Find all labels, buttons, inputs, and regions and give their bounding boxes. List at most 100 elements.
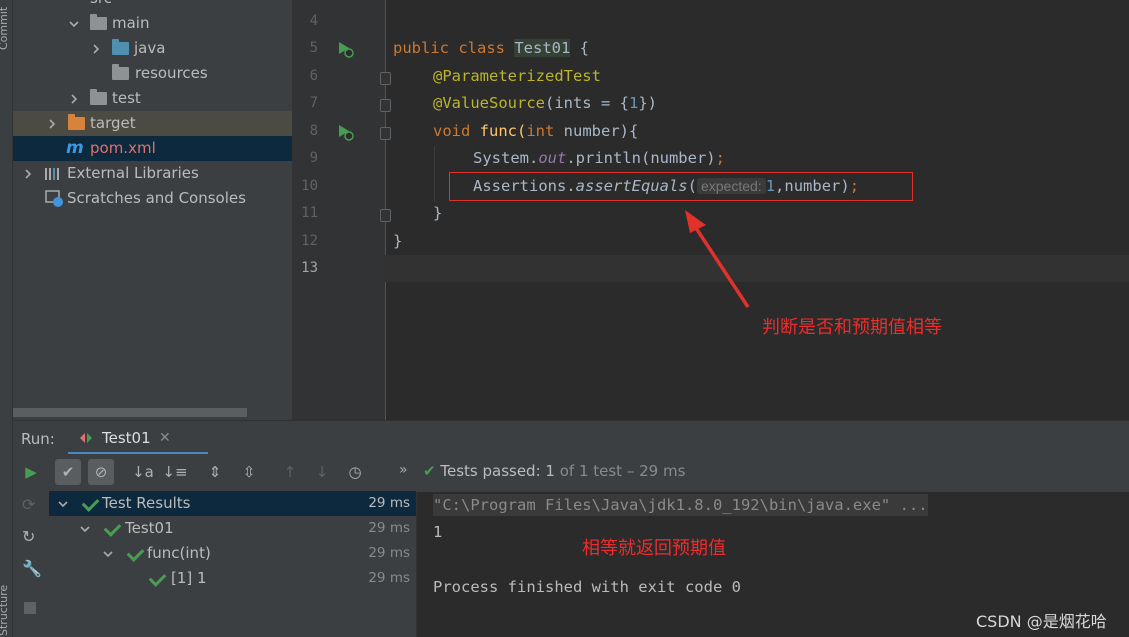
- chevron-down-icon[interactable]: [68, 18, 80, 30]
- status-detail: of 1 test – 29 ms: [554, 462, 686, 480]
- arrow-up-icon: ↑: [283, 463, 297, 481]
- line-number: 8: [309, 123, 318, 139]
- fold-marker-icon[interactable]: [380, 127, 391, 140]
- tree-item-pom[interactable]: m pom.xml: [13, 136, 292, 161]
- tree-item-external-libraries[interactable]: External Libraries: [13, 161, 292, 186]
- status-count: 1: [545, 462, 555, 480]
- result-duration: 29 ms: [368, 570, 410, 586]
- tab-label: Test01: [102, 429, 151, 447]
- code-line-7[interactable]: @ValueSource(ints = {1}): [433, 94, 657, 112]
- code-line-5[interactable]: public class Test01 {: [393, 39, 589, 57]
- code-text: number){: [554, 122, 639, 140]
- run-test-class-icon[interactable]: [336, 40, 354, 58]
- run-side-strip: ⟳ ↻ 🔧: [13, 492, 49, 637]
- line-number: 13: [301, 260, 318, 276]
- code-line-9[interactable]: System.out.println(number);: [473, 149, 725, 167]
- maven-icon: m: [66, 138, 84, 158]
- previous-failed-button[interactable]: ↑: [277, 459, 303, 485]
- arrow-down-icon: ↓: [315, 463, 329, 481]
- passed-check-icon: [81, 494, 100, 512]
- test-history-button[interactable]: ◷: [342, 459, 368, 485]
- line-number: 4: [309, 13, 318, 29]
- tree-item-main[interactable]: main: [13, 11, 292, 36]
- passed-check-icon: [103, 519, 122, 537]
- horizontal-scrollbar[interactable]: [13, 408, 247, 417]
- expand-all-icon: ⇕: [208, 463, 222, 481]
- class-name: Test01: [514, 39, 571, 57]
- line-number: 10: [301, 178, 318, 194]
- clock-icon: ◷: [348, 463, 362, 481]
- tree-item-test[interactable]: test: [13, 86, 292, 111]
- tree-item-scratches[interactable]: Scratches and Consoles: [13, 186, 292, 211]
- code-text: {: [570, 39, 589, 57]
- sort-duration-button[interactable]: ↓≡: [162, 459, 188, 485]
- tree-item-label: test: [112, 89, 141, 107]
- chevron-right-icon[interactable]: [68, 93, 80, 105]
- method-name: func(: [479, 122, 527, 140]
- tree-item-resources[interactable]: resources: [13, 61, 292, 86]
- collapse-all-button[interactable]: ⇳: [236, 459, 262, 485]
- sort-alpha-icon: ↓a: [132, 463, 154, 481]
- result-row-func[interactable]: func(int) 29 ms: [49, 541, 416, 566]
- stop-icon[interactable]: [24, 602, 36, 614]
- next-failed-button[interactable]: ↓: [309, 459, 335, 485]
- annotation: @ParameterizedTest: [433, 67, 601, 85]
- structure-tab[interactable]: Structure: [0, 585, 10, 636]
- result-duration: 29 ms: [368, 495, 410, 511]
- collapse-all-icon: ⇳: [242, 463, 256, 481]
- tree-item-label: java: [134, 39, 166, 57]
- wrench-icon[interactable]: 🔧: [22, 559, 42, 578]
- more-icon[interactable]: »: [399, 462, 408, 478]
- toggle-auto-test-icon[interactable]: ↻: [22, 527, 35, 546]
- result-row-test-results[interactable]: Test Results 29 ms: [49, 491, 416, 516]
- chevron-right-icon[interactable]: [46, 118, 58, 130]
- keyword: void: [433, 122, 480, 140]
- chevron-down-icon[interactable]: [57, 498, 69, 510]
- code-line-12[interactable]: }: [393, 232, 402, 250]
- result-label: Test Results: [102, 494, 191, 512]
- excluded-folder-icon: [68, 114, 85, 130]
- run-panel-header: Run: Test01 ✕: [13, 420, 1129, 455]
- chevron-right-icon[interactable]: [90, 43, 102, 55]
- run-test-method-icon[interactable]: [336, 123, 354, 141]
- result-label: [1] 1: [171, 569, 207, 587]
- code-line-8[interactable]: void func(int number){: [433, 122, 638, 140]
- chevron-right-icon[interactable]: [22, 168, 34, 180]
- result-duration: 29 ms: [368, 545, 410, 561]
- result-label: Test01: [125, 519, 174, 537]
- chevron-down-icon[interactable]: [102, 548, 114, 560]
- sort-duration-icon: ↓≡: [162, 463, 188, 481]
- rerun-failed-icon[interactable]: ⟳: [22, 495, 35, 514]
- rerun-button[interactable]: ▶: [18, 459, 44, 485]
- tree-item-src[interactable]: src: [13, 0, 292, 11]
- result-row-test01[interactable]: Test01 29 ms: [49, 516, 416, 541]
- code-text: System.: [473, 149, 539, 167]
- fold-marker-icon[interactable]: [380, 209, 391, 222]
- code-text: }: [393, 232, 403, 250]
- result-label: func(int): [147, 544, 211, 562]
- indent-guide: [434, 146, 435, 202]
- project-tree: src main java resources test target m po…: [13, 0, 292, 420]
- keyword: int: [526, 122, 555, 140]
- tab-test01[interactable]: Test01 ✕: [68, 421, 208, 455]
- code-line-6[interactable]: @ParameterizedTest: [433, 67, 601, 85]
- tree-item-label: Scratches and Consoles: [67, 189, 246, 207]
- result-row-case-1[interactable]: [1] 1 29 ms: [49, 566, 416, 591]
- fold-marker-icon[interactable]: [380, 72, 391, 85]
- tree-item-label: External Libraries: [67, 164, 199, 182]
- close-icon[interactable]: ✕: [159, 430, 171, 446]
- sort-alpha-button[interactable]: ↓a: [130, 459, 156, 485]
- tree-item-label: src: [90, 0, 112, 11]
- code-line-11[interactable]: }: [433, 204, 442, 222]
- chevron-down-icon[interactable]: [79, 523, 91, 535]
- show-ignored-toggle[interactable]: ⊘: [88, 459, 114, 485]
- fold-marker-icon[interactable]: [380, 99, 391, 112]
- expand-all-button[interactable]: ⇕: [202, 459, 228, 485]
- commit-tab[interactable]: Commit: [0, 7, 10, 50]
- status-prefix: Tests passed:: [440, 462, 546, 480]
- line-number: 12: [301, 233, 318, 249]
- tree-item-target[interactable]: target: [13, 111, 292, 136]
- number-literal: 1: [628, 94, 639, 112]
- show-passed-toggle[interactable]: ✔: [55, 459, 81, 485]
- tree-item-java[interactable]: java: [13, 36, 292, 61]
